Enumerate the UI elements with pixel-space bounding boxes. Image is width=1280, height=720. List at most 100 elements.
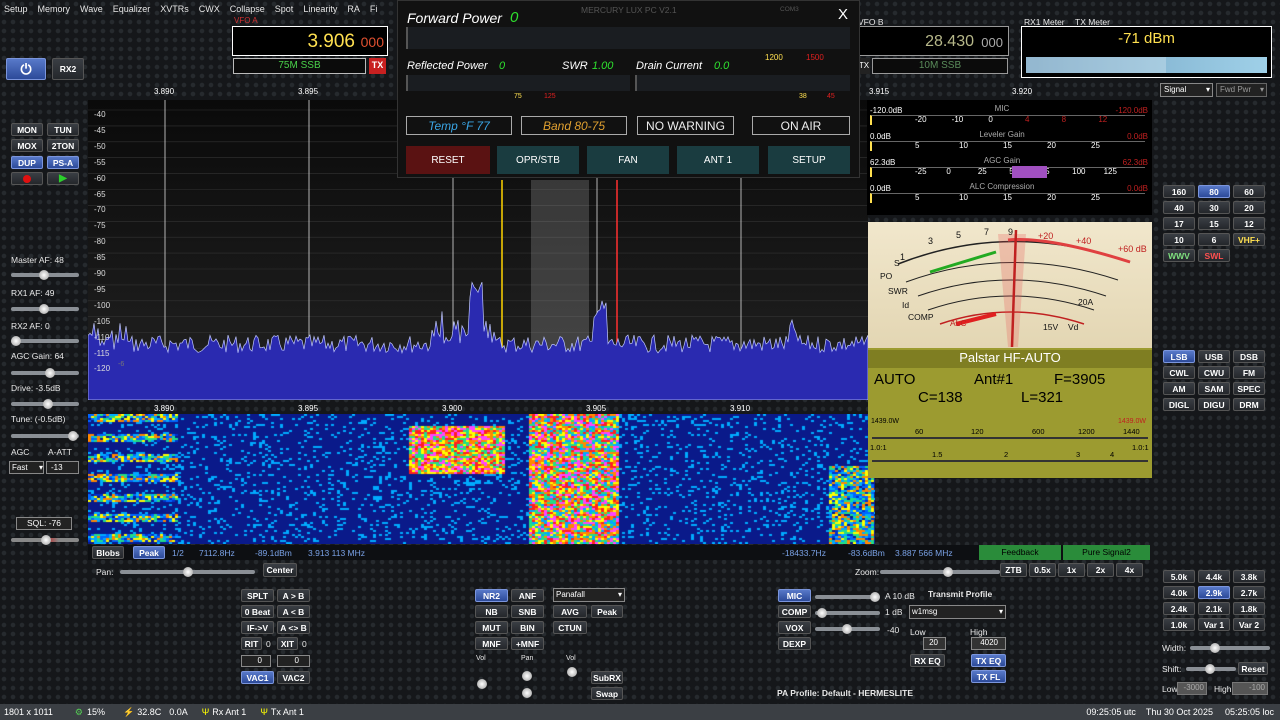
zoom-slider[interactable]: [880, 567, 1000, 577]
waterfall[interactable]: [88, 414, 875, 544]
menu-item[interactable]: Fi: [370, 4, 378, 14]
filters-button[interactable]: 4.4k: [1198, 570, 1230, 583]
tx-eq-button[interactable]: TX EQ: [971, 654, 1006, 667]
filters-button[interactable]: Var 1: [1198, 618, 1230, 631]
bands-button[interactable]: 12: [1233, 217, 1265, 230]
split-button[interactable]: SPLT: [241, 589, 274, 602]
rx-swap-button[interactable]: Swap: [591, 687, 623, 700]
modes-button[interactable]: CWU: [1198, 366, 1230, 379]
modes-button[interactable]: LSB: [1163, 350, 1195, 363]
agc-gain-slider[interactable]: [11, 368, 79, 378]
filters-button[interactable]: 5.0k: [1163, 570, 1195, 583]
bands-button[interactable]: VHF+: [1233, 233, 1265, 246]
close-icon[interactable]: X: [838, 6, 848, 23]
pan-slider[interactable]: [120, 567, 255, 577]
display-mode-select[interactable]: Panafall ▾: [553, 588, 625, 602]
vox-slider[interactable]: [815, 624, 880, 634]
xit-spinner[interactable]: 0: [277, 655, 310, 667]
dsp-peak-button[interactable]: Peak: [591, 605, 623, 618]
mon-button[interactable]: MON: [11, 123, 43, 136]
mox-button[interactable]: MOX: [11, 139, 43, 152]
menu-item[interactable]: Equalizer: [113, 4, 151, 14]
vox-button[interactable]: VOX: [778, 621, 811, 634]
filters-button[interactable]: 1.0k: [1163, 618, 1195, 631]
rx-eq-button[interactable]: RX EQ: [910, 654, 945, 667]
fan-button[interactable]: FAN: [587, 146, 669, 174]
zero-beat-button[interactable]: 0 Beat: [241, 605, 274, 618]
filter-high-input[interactable]: -100: [1232, 682, 1268, 695]
filters-button[interactable]: 3.8k: [1233, 570, 1265, 583]
mut-button[interactable]: MUT: [475, 621, 508, 634]
bands-button[interactable]: 30: [1198, 201, 1230, 214]
dup-button[interactable]: DUP: [11, 156, 43, 169]
filters-button[interactable]: Var 2: [1233, 618, 1265, 631]
tun-button[interactable]: TUN: [47, 123, 79, 136]
vac2-button[interactable]: VAC2: [277, 671, 310, 684]
rx2-af-slider[interactable]: [11, 336, 79, 346]
sql-slider[interactable]: [11, 535, 79, 545]
filter-reset-button[interactable]: Reset: [1238, 662, 1268, 675]
ctun-button[interactable]: CTUN: [553, 621, 587, 634]
modes-button[interactable]: DRM: [1233, 398, 1265, 411]
pan-knob-2[interactable]: [522, 688, 532, 698]
vfo-b-display[interactable]: 28.430 000: [859, 26, 1009, 56]
vac1-button[interactable]: VAC1: [241, 671, 274, 684]
setup-button[interactable]: SETUP: [768, 146, 850, 174]
tx-high-input[interactable]: 4020: [971, 637, 1006, 650]
center-button[interactable]: Center: [263, 563, 297, 577]
menu-item[interactable]: Wave: [80, 4, 103, 14]
bands-button[interactable]: 10: [1163, 233, 1195, 246]
menu-item[interactable]: Memory: [38, 4, 71, 14]
master-af-slider[interactable]: [11, 270, 79, 280]
att-spinner[interactable]: -13: [46, 461, 79, 474]
menu-item[interactable]: XVTRs: [160, 4, 189, 14]
shift-slider[interactable]: [1186, 664, 1236, 674]
ztb-button[interactable]: ZTB: [1000, 563, 1027, 577]
rit-button[interactable]: RIT: [241, 637, 262, 650]
modes-button[interactable]: CWL: [1163, 366, 1195, 379]
modes-button[interactable]: DIGL: [1163, 398, 1195, 411]
play-button[interactable]: ▶: [47, 172, 79, 185]
xit-button[interactable]: XIT: [277, 637, 298, 650]
plus-mnf-button[interactable]: +MNF: [511, 637, 544, 650]
nr2-button[interactable]: NR2: [475, 589, 508, 602]
bands-button[interactable]: 60: [1233, 185, 1265, 198]
dexp-button[interactable]: DEXP: [778, 637, 811, 650]
menu-item[interactable]: Spot: [275, 4, 294, 14]
rx1-af-slider[interactable]: [11, 304, 79, 314]
modes-button[interactable]: FM: [1233, 366, 1265, 379]
modes-button[interactable]: SAM: [1198, 382, 1230, 395]
zoom-1x-button[interactable]: 1x: [1058, 563, 1085, 577]
filters-button[interactable]: 2.1k: [1198, 602, 1230, 615]
filters-button[interactable]: 4.0k: [1163, 586, 1195, 599]
menu-item[interactable]: Setup: [4, 4, 28, 14]
vfo-a-display[interactable]: 3.906 000: [232, 26, 388, 56]
modes-button[interactable]: DIGU: [1198, 398, 1230, 411]
vol2-knob[interactable]: [567, 667, 577, 677]
filter-low-input[interactable]: -3000: [1177, 682, 1207, 695]
b-to-a-button[interactable]: A < B: [277, 605, 310, 618]
pan-knob[interactable]: [522, 671, 532, 681]
comp-button[interactable]: COMP: [778, 605, 811, 618]
mnf-button[interactable]: MNF: [475, 637, 508, 650]
psa-button[interactable]: PS-A: [47, 156, 79, 169]
tx-low-input[interactable]: 20: [923, 637, 946, 650]
bands-button[interactable]: 17: [1163, 217, 1195, 230]
menu-item[interactable]: Collapse: [230, 4, 265, 14]
menu-item[interactable]: CWX: [199, 4, 220, 14]
meter-select-tx[interactable]: Fwd Pwr ▾: [1216, 83, 1267, 97]
bands-button[interactable]: 160: [1163, 185, 1195, 198]
nb-button[interactable]: NB: [475, 605, 508, 618]
mic-button[interactable]: MIC: [778, 589, 811, 602]
rit-spinner[interactable]: 0: [241, 655, 271, 667]
opr-stb-button[interactable]: OPR/STB: [497, 146, 579, 174]
bands-button[interactable]: WWV: [1163, 249, 1195, 262]
transmit-profile-select[interactable]: w1msg ▾: [909, 605, 1006, 619]
vol-knob[interactable]: [477, 679, 487, 689]
filters-button[interactable]: 2.4k: [1163, 602, 1195, 615]
comp-slider[interactable]: [815, 608, 880, 618]
tx-fl-button[interactable]: TX FL: [971, 670, 1006, 683]
bands-button[interactable]: 20: [1233, 201, 1265, 214]
menu-item[interactable]: RA: [347, 4, 360, 14]
power-button[interactable]: ⏻: [6, 58, 46, 80]
